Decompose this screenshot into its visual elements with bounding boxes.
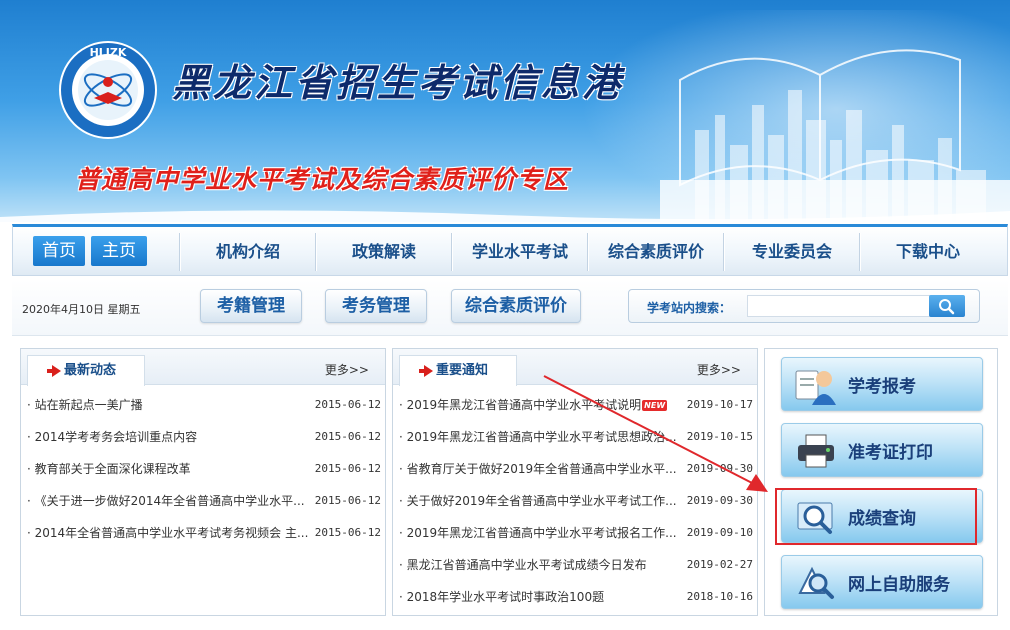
city-skyline-illustration bbox=[660, 49, 1010, 222]
tab-label: 重要通知 bbox=[436, 363, 489, 378]
site-subtitle: 普通高中学业水平考试及综合素质评价专区 bbox=[75, 165, 570, 194]
nav-divider bbox=[587, 233, 588, 271]
evaluation-button[interactable]: 综合素质评价 bbox=[451, 289, 581, 323]
exam-registration-button[interactable]: 学考报考 bbox=[781, 357, 983, 411]
red-arrow-icon bbox=[419, 365, 433, 377]
service-label: 成绩查询 bbox=[848, 509, 916, 529]
hljzk-logo: HLJZK bbox=[59, 41, 157, 139]
tab-label: 最新动态 bbox=[64, 363, 117, 378]
list-item[interactable]: · 2019年黑龙江省普通高中学业水平考试说明 NEW 2019-10-17 bbox=[399, 389, 753, 421]
more-link[interactable]: 更多>> bbox=[325, 361, 369, 378]
sub-toolbar: 2020年4月10日 星期五 考籍管理 考务管理 综合素质评价 学考站内搜索： bbox=[12, 280, 1008, 336]
search-label: 学考站内搜索： bbox=[647, 301, 732, 315]
registry-management-button[interactable]: 考籍管理 bbox=[200, 289, 302, 323]
search-button[interactable] bbox=[929, 295, 965, 317]
nav-home-button[interactable]: 首页 bbox=[33, 236, 85, 266]
nav-item-evaluation[interactable]: 综合素质评价 bbox=[589, 237, 723, 267]
list-item[interactable]: · 省教育厅关于做好2019年全省普通高中学业水平... 2019-09-30 bbox=[399, 453, 753, 485]
registration-user-icon bbox=[795, 370, 836, 405]
notices-list: · 2019年黑龙江省普通高中学业水平考试说明 NEW 2019-10-17 · 2… bbox=[399, 389, 753, 613]
admission-ticket-print-button[interactable]: 准考证打印 bbox=[781, 423, 983, 477]
nav-item-committee[interactable]: 专业委员会 bbox=[725, 237, 859, 267]
score-inquiry-button[interactable]: 成绩查询 bbox=[781, 489, 983, 543]
latest-news-panel: 最新动态 更多>> · 站在新起点一美广播 2015-06-12 · 2014学考… bbox=[20, 348, 386, 616]
exam-affairs-button[interactable]: 考务管理 bbox=[325, 289, 427, 323]
search-icon bbox=[939, 299, 955, 315]
news-list: · 站在新起点一美广播 2015-06-12 · 2014学考考务会培训重点内容 2… bbox=[27, 389, 381, 549]
self-service-icon bbox=[798, 566, 834, 599]
list-item[interactable]: · 2014年全省普通高中学业水平考试考务视频会 主... 2015-06-12 bbox=[27, 517, 381, 549]
nav-item-downloads[interactable]: 下载中心 bbox=[861, 237, 995, 267]
printer-icon bbox=[798, 434, 834, 468]
list-item[interactable]: · 黑龙江省普通高中学业水平考试成绩今日发布 2019-02-27 bbox=[399, 549, 753, 581]
site-banner: HLJZK 黑龙江省招生考试信息港 普通高中学业水平考试及综合素质评价专区 bbox=[0, 0, 1010, 222]
important-notices-panel: 重要通知 更多>> · 2019年黑龙江省普通高中学业水平考试说明 NEW 2019… bbox=[392, 348, 758, 616]
more-link[interactable]: 更多>> bbox=[697, 361, 741, 378]
list-item[interactable]: · 《关于进一步做好2014年全省普通高中学业水平... 2015-06-12 bbox=[27, 485, 381, 517]
magnifier-document-icon bbox=[797, 502, 833, 534]
tab-latest-news[interactable]: 最新动态 bbox=[27, 355, 145, 386]
site-search: 学考站内搜索： bbox=[628, 289, 980, 323]
nav-item-about[interactable]: 机构介绍 bbox=[181, 237, 315, 267]
self-service-button[interactable]: 网上自助服务 bbox=[781, 555, 983, 609]
panel-header: 最新动态 更多>> bbox=[21, 349, 385, 386]
service-label: 网上自助服务 bbox=[848, 575, 950, 595]
list-item[interactable]: · 站在新起点一美广播 2015-06-12 bbox=[27, 389, 381, 421]
search-input[interactable] bbox=[747, 295, 933, 317]
main-nav: 首页 主页 机构介绍 政策解读 学业水平考试 综合素质评价 专业委员会 下载中心 bbox=[12, 224, 1008, 276]
svg-text:HLJZK: HLJZK bbox=[90, 46, 127, 59]
nav-divider bbox=[315, 233, 316, 271]
nav-item-policy[interactable]: 政策解读 bbox=[317, 237, 451, 267]
current-date: 2020年4月10日 星期五 bbox=[22, 303, 141, 316]
site-title: 黑龙江省招生考试信息港 bbox=[172, 60, 624, 105]
nav-main-button[interactable]: 主页 bbox=[91, 236, 147, 266]
banner-wave-decoration bbox=[0, 210, 1010, 222]
tab-important-notices[interactable]: 重要通知 bbox=[399, 355, 517, 386]
services-panel: 学考报考 准考证打印 成绩查询 网上自助服务 bbox=[764, 348, 998, 616]
nav-divider bbox=[723, 233, 724, 271]
red-arrow-icon bbox=[47, 365, 61, 377]
list-item[interactable]: · 2019年黑龙江省普通高中学业水平考试思想政治... 2019-10-15 bbox=[399, 421, 753, 453]
panel-header: 重要通知 更多>> bbox=[393, 349, 757, 386]
new-badge: NEW bbox=[642, 400, 668, 411]
list-item[interactable]: · 2019年黑龙江省普通高中学业水平考试报名工作... 2019-09-10 bbox=[399, 517, 753, 549]
list-item[interactable]: · 2014学考考务会培训重点内容 2015-06-12 bbox=[27, 421, 381, 453]
service-label: 准考证打印 bbox=[848, 443, 933, 463]
list-item[interactable]: · 2018年学业水平考试时事政治100题 2018-10-16 bbox=[399, 581, 753, 613]
list-item[interactable]: · 关于做好2019年全省普通高中学业水平考试工作... 2019-09-30 bbox=[399, 485, 753, 517]
nav-item-exam[interactable]: 学业水平考试 bbox=[453, 237, 587, 267]
nav-divider bbox=[859, 233, 860, 271]
nav-divider bbox=[179, 233, 180, 271]
list-item[interactable]: · 教育部关于全面深化课程改革 2015-06-12 bbox=[27, 453, 381, 485]
nav-divider bbox=[451, 233, 452, 271]
service-label: 学考报考 bbox=[848, 377, 916, 397]
